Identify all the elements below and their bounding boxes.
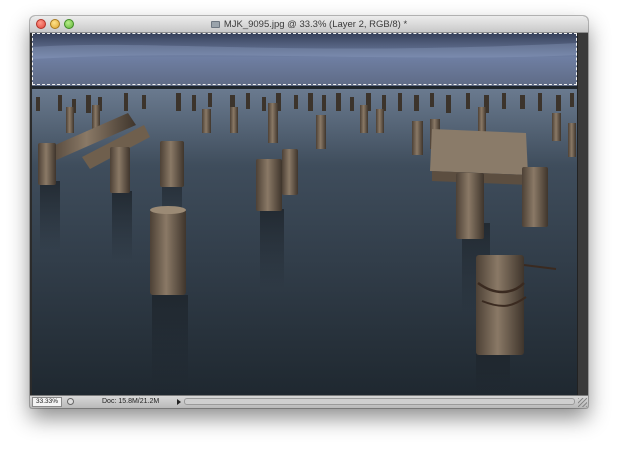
window-title-wrap: MJK_9095.jpg @ 33.3% (Layer 2, RGB/8) * <box>30 18 588 31</box>
window-title: MJK_9095.jpg @ 33.3% (Layer 2, RGB/8) * <box>223 19 408 30</box>
status-icon[interactable] <box>67 398 74 405</box>
piling <box>38 143 56 185</box>
piling <box>160 141 184 187</box>
status-bar: 33.33% Doc: 15.8M/21.2M <box>30 395 588 408</box>
resize-grip-icon[interactable] <box>578 398 587 407</box>
document-window: MJK_9095.jpg @ 33.3% (Layer 2, RGB/8) * <box>30 16 588 408</box>
photo <box>32 33 578 395</box>
document-icon <box>210 21 220 28</box>
horizon <box>32 86 578 89</box>
horizontal-scrollbar[interactable] <box>184 398 575 405</box>
zoom-field[interactable]: 33.33% <box>32 397 62 407</box>
status-menu-arrow-icon[interactable] <box>177 399 181 405</box>
title-bar[interactable]: MJK_9095.jpg @ 33.3% (Layer 2, RGB/8) * <box>30 16 588 33</box>
piling-top <box>150 206 186 214</box>
doc-size-info: Doc: 15.8M/21.2M <box>102 398 160 405</box>
piling <box>256 159 282 211</box>
sky <box>32 33 578 87</box>
vertical-scrollbar[interactable] <box>577 33 588 395</box>
piling <box>110 147 130 193</box>
piling <box>282 149 298 195</box>
front-piling <box>150 209 186 295</box>
image-canvas[interactable] <box>32 33 578 395</box>
